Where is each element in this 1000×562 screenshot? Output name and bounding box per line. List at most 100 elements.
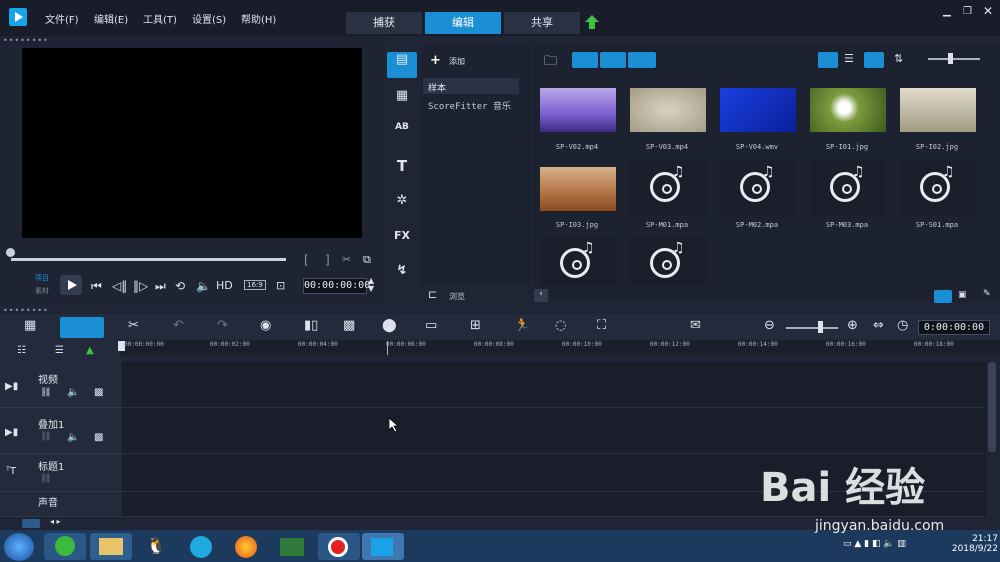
show-video-button[interactable] xyxy=(572,52,598,68)
video-track[interactable] xyxy=(122,362,984,408)
thumb-size-slider[interactable] xyxy=(928,58,980,60)
mark-in-icon[interactable]: [ xyxy=(304,253,309,267)
list-view-icon[interactable]: ☰ xyxy=(844,52,854,65)
multi-camera-icon[interactable]: ⊞ xyxy=(470,318,481,333)
aspect-ratio-select[interactable]: 16:9 xyxy=(244,280,266,290)
overlay-track[interactable] xyxy=(122,408,984,454)
play-button[interactable] xyxy=(60,275,82,295)
audio-mixer-icon[interactable]: ▮▯ xyxy=(304,318,318,333)
panel-layout-icon[interactable]: ▣ xyxy=(958,290,967,300)
thumb-photo[interactable] xyxy=(810,88,886,132)
tab-capture[interactable]: 捕获 xyxy=(346,12,422,34)
firefox-icon[interactable] xyxy=(235,536,257,558)
thumb-video[interactable] xyxy=(540,88,616,132)
tab-edit[interactable]: 编辑 xyxy=(425,12,501,34)
preview-timecode[interactable]: 00:00:00:00 xyxy=(303,278,370,294)
timeline-ruler[interactable] xyxy=(120,340,1000,356)
thumb-video[interactable] xyxy=(630,88,706,132)
record-capture-icon[interactable]: ◉ xyxy=(260,318,271,333)
instant-project-icon[interactable]: ▦ xyxy=(387,88,417,114)
upload-arrow-icon[interactable] xyxy=(585,15,599,29)
volume-icon[interactable]: 🔈 xyxy=(196,279,211,293)
restore-icon[interactable]: ❐ xyxy=(963,6,972,17)
add-marker-icon[interactable]: ▲ xyxy=(86,345,94,356)
undo-icon[interactable]: ↶ xyxy=(173,318,184,333)
thumb-size-handle[interactable] xyxy=(948,53,953,64)
smart-proxy-icon[interactable]: ✉ xyxy=(690,318,701,333)
fit-screen-icon[interactable]: ⛶ xyxy=(597,318,606,333)
tools-icon[interactable]: ✂ xyxy=(128,318,139,333)
timeline-timecode[interactable]: 0:00:00:00 xyxy=(918,320,990,335)
transition-icon[interactable]: AB xyxy=(387,122,417,148)
fit-timeline-icon[interactable]: ⇔ xyxy=(873,318,884,333)
show-audio-button[interactable] xyxy=(628,52,656,68)
link-icon[interactable]: ⛓ xyxy=(40,474,51,484)
thumbnail-view-button[interactable] xyxy=(818,52,838,68)
mark-out-icon[interactable]: ] xyxy=(325,253,330,267)
timecode-stepper[interactable]: ▲ ▼ xyxy=(368,277,374,293)
tray-icons[interactable]: ▭ ▲ ▮ ◧ 🔈 ▥ xyxy=(843,539,906,549)
link-icon[interactable]: ⛓ xyxy=(40,432,51,442)
fx-icon[interactable]: FX xyxy=(387,229,417,255)
thumb-photo[interactable] xyxy=(540,167,616,211)
grid-view-button[interactable] xyxy=(864,52,884,68)
hd-toggle[interactable]: HD xyxy=(216,279,233,292)
edit-icon[interactable]: ✎ xyxy=(983,289,991,299)
project-mode[interactable]: 项目 xyxy=(35,273,49,283)
graphics-icon[interactable]: ✲ xyxy=(387,193,417,219)
subtitle-icon[interactable]: ▭ xyxy=(425,318,437,333)
redo-icon[interactable]: ↷ xyxy=(217,318,228,333)
mute-icon[interactable]: 🔈 xyxy=(67,387,79,398)
app-icon[interactable] xyxy=(280,538,304,556)
ripple-icon[interactable]: ▩ xyxy=(94,432,103,443)
folder-item[interactable]: 样本 xyxy=(428,81,446,94)
collapse-left-icon[interactable]: ‹ xyxy=(534,289,548,302)
minimize-icon[interactable]: ▁ xyxy=(943,6,951,17)
thumb-video[interactable] xyxy=(720,88,796,132)
media-player-icon[interactable] xyxy=(190,536,212,558)
link-icon[interactable]: ⛓ xyxy=(40,388,51,398)
menu-file[interactable]: 文件(F) xyxy=(45,11,79,26)
import-folder-icon[interactable]: 🗀 xyxy=(544,52,557,74)
zoom-slider[interactable] xyxy=(786,327,838,329)
zoom-handle[interactable] xyxy=(818,321,823,333)
media-library-icon[interactable]: ▤ xyxy=(387,52,417,78)
sort-icon[interactable]: ⇅ xyxy=(894,52,903,65)
clock[interactable]: 21:17 2018/9/22 xyxy=(938,534,998,554)
prev-frame-icon[interactable]: ◁‖ xyxy=(112,279,127,293)
go-start-icon[interactable]: ⏮ xyxy=(91,279,102,294)
chapter-icon[interactable]: ☰ xyxy=(55,345,64,356)
tab-share[interactable]: 共享 xyxy=(504,12,580,34)
browse-button[interactable]: 浏览 xyxy=(449,291,465,302)
clip-mode[interactable]: 素材 xyxy=(35,286,49,296)
start-button[interactable] xyxy=(4,533,34,561)
repeat-icon[interactable]: ⟲ xyxy=(175,279,185,293)
library-view-button[interactable] xyxy=(934,290,952,303)
clock-icon[interactable]: ◷ xyxy=(897,318,908,333)
scrubber-handle[interactable] xyxy=(6,248,15,257)
title-icon[interactable]: T xyxy=(387,157,417,183)
ripple-icon[interactable]: ▩ xyxy=(94,387,103,398)
close-icon[interactable]: ✕ xyxy=(983,4,993,18)
next-frame-icon[interactable]: ‖▷ xyxy=(133,279,148,293)
menu-settings[interactable]: 设置(S) xyxy=(192,11,226,26)
vertical-scrollbar[interactable] xyxy=(988,362,996,452)
show-photo-button[interactable] xyxy=(600,52,626,68)
zoom-in-icon[interactable]: ⊕ xyxy=(847,318,858,333)
timeline-view-button[interactable] xyxy=(60,317,104,338)
menu-edit[interactable]: 编辑(E) xyxy=(94,11,128,26)
enlarge-icon[interactable]: ⧉ xyxy=(363,253,371,267)
folder-item[interactable]: ScoreFitter 音乐 xyxy=(428,99,511,112)
menu-help[interactable]: 帮助(H) xyxy=(241,11,276,26)
track-manager-icon[interactable]: ☷ xyxy=(17,345,26,356)
browse-icon[interactable]: ⊏ xyxy=(428,288,437,301)
auto-music-icon[interactable]: ▩ xyxy=(343,318,355,333)
menu-tools[interactable]: 工具(T) xyxy=(143,11,177,26)
resize-icon[interactable]: ⊡ xyxy=(276,279,285,292)
qq-icon[interactable]: 🐧 xyxy=(146,536,166,555)
mute-icon[interactable]: 🔈 xyxy=(67,432,79,443)
time-remap-icon[interactable]: 🏃 xyxy=(514,318,530,333)
storyboard-view-icon[interactable]: ▦ xyxy=(24,318,36,333)
zoom-out-icon[interactable]: ⊖ xyxy=(764,318,775,333)
loop-icon[interactable]: ◌ xyxy=(555,318,566,333)
